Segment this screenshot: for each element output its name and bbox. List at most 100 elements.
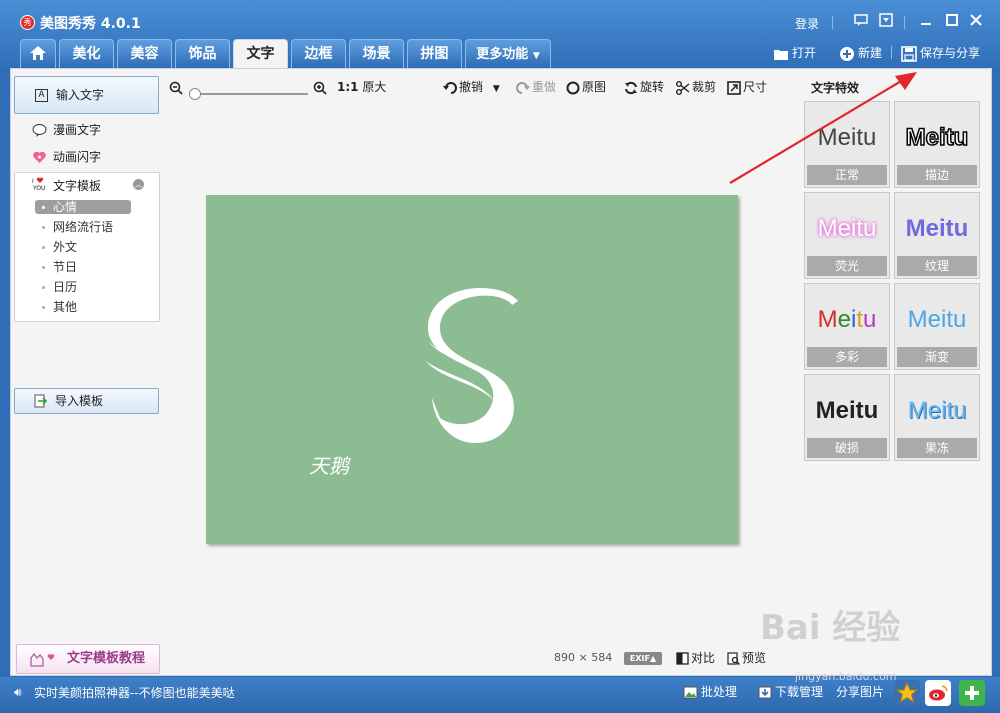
compare-button[interactable]: 对比: [676, 649, 715, 666]
canvas-toolbar: 1:1 原大 撤销 ▼ 重做 原图 旋转 裁剪 尺寸: [11, 77, 791, 100]
login-link[interactable]: 登录: [795, 15, 819, 32]
batch-icon: [683, 686, 698, 699]
plus-circle-icon: [840, 46, 854, 61]
save-label: 保存与分享: [920, 46, 981, 60]
template-item[interactable]: 其他: [35, 300, 131, 314]
effect-sample: Meitu: [815, 397, 879, 424]
original-image-button[interactable]: 原图: [566, 77, 606, 97]
image-height: 584: [591, 651, 613, 664]
add-plus-icon[interactable]: [959, 680, 985, 706]
preview-icon: [727, 652, 740, 665]
svg-text:YOU: YOU: [32, 185, 45, 191]
share-image-button[interactable]: 分享图片: [836, 683, 884, 700]
tab-scenes[interactable]: 场景: [349, 39, 404, 68]
new-label: 新建: [858, 46, 883, 60]
divider: [904, 16, 905, 29]
chevron-up-icon[interactable]: ︿: [133, 179, 144, 190]
maximize-icon[interactable]: [943, 13, 961, 31]
animated-text-link[interactable]: 动画闪字: [32, 148, 101, 166]
crop-button[interactable]: 裁剪: [676, 77, 716, 97]
menu-icon[interactable]: [877, 13, 895, 31]
effect-sample: Meitu: [905, 215, 969, 242]
exif-button[interactable]: EXIF▲: [624, 652, 662, 665]
import-template-label: 导入模板: [55, 394, 104, 408]
text-template-tutorial-button[interactable]: 文字模板教程: [16, 644, 160, 674]
comic-text-link[interactable]: 漫画文字: [32, 121, 101, 139]
template-header[interactable]: 文字模板: [53, 177, 101, 194]
image-width: 890: [554, 651, 575, 664]
signature-text: 天鹅: [309, 454, 349, 478]
tab-frames[interactable]: 边框: [291, 39, 346, 68]
title-bar: 秀 美图秀秀 4.0.1 登录 美化 美容 饰品 文字 边框 场景 拼图 更多功…: [0, 0, 1000, 70]
scissors-icon: [676, 80, 690, 95]
template-list: I YOU 文字模板 ︿ 心情 网络流行语 外文 节日 日历 其他: [14, 172, 160, 322]
zoom-slider[interactable]: [194, 93, 308, 95]
effect-texture[interactable]: Meitu 纹理: [894, 192, 980, 279]
download-icon: [758, 686, 772, 699]
import-template-button[interactable]: 导入模板: [14, 388, 159, 414]
effect-label: 渐变: [897, 347, 977, 367]
effect-jelly[interactable]: Meitu 果冻: [894, 374, 980, 461]
folder-icon: [774, 49, 788, 60]
original-size-label: 原大: [362, 80, 387, 94]
hand-heart-icon: [30, 652, 55, 667]
tab-text[interactable]: 文字: [233, 39, 288, 69]
effect-label: 荧光: [807, 256, 887, 276]
baidu-watermark: Bai 经验: [760, 608, 901, 648]
rotate-label: 旋转: [640, 80, 665, 94]
tab-beautify[interactable]: 美化: [59, 39, 114, 68]
swan-s-logo: [426, 288, 518, 443]
import-icon: [34, 394, 47, 408]
effect-label: 破损: [807, 438, 887, 458]
undo-icon: [443, 81, 457, 94]
one-to-one-label: 1:1: [337, 80, 359, 94]
template-item[interactable]: 节日: [35, 260, 131, 274]
times-sign: ×: [578, 651, 588, 664]
open-button[interactable]: 打开: [773, 43, 816, 63]
comic-text-label: 漫画文字: [53, 123, 102, 137]
batch-process-button[interactable]: 批处理: [683, 683, 737, 700]
tab-face[interactable]: 美容: [117, 39, 172, 68]
effect-glow[interactable]: Meitu 荧光: [804, 192, 890, 279]
redo-button[interactable]: 重做: [516, 77, 556, 97]
i-love-you-icon: IYOU: [32, 177, 45, 191]
close-icon[interactable]: [967, 13, 985, 31]
weibo-icon[interactable]: [925, 680, 951, 706]
speaker-icon: 🔊︎: [14, 685, 22, 699]
undo-button[interactable]: 撤销 ▼: [443, 77, 500, 99]
save-share-button[interactable]: 保存与分享: [901, 43, 980, 63]
image-canvas[interactable]: 天鹅: [206, 195, 738, 544]
original-image-label: 原图: [582, 80, 607, 94]
new-button[interactable]: 新建: [839, 43, 882, 63]
template-item[interactable]: 网络流行语: [35, 220, 131, 234]
zoom-out-icon[interactable]: [169, 77, 185, 97]
speech-bubble-icon: [32, 124, 47, 137]
zoom-slider-handle[interactable]: [189, 88, 201, 100]
template-item[interactable]: 日历: [35, 280, 131, 294]
divider: [891, 46, 892, 59]
minimize-icon[interactable]: [917, 13, 935, 31]
download-manager-button[interactable]: 下载管理: [758, 683, 823, 700]
undo-dropdown-icon[interactable]: ▼: [493, 84, 500, 94]
download-label: 下载管理: [775, 685, 824, 699]
undo-label: 撤销: [459, 80, 484, 94]
tutorial-label: 文字模板教程: [67, 651, 146, 666]
effect-multicolor[interactable]: Meitu 多彩: [804, 283, 890, 370]
tab-more[interactable]: 更多功能 ▼: [465, 39, 551, 68]
tab-collage[interactable]: 拼图: [407, 39, 462, 68]
divider: [832, 16, 833, 29]
zoom-in-icon[interactable]: [313, 77, 329, 97]
message-icon[interactable]: [852, 13, 870, 31]
rotate-button[interactable]: 旋转: [624, 77, 664, 97]
template-item[interactable]: 外文: [35, 240, 131, 254]
effect-damaged[interactable]: Meitu 破损: [804, 374, 890, 461]
status-message[interactable]: 实时美颜拍照神器--不修图也能美美哒: [34, 684, 235, 701]
star-icon[interactable]: [894, 680, 920, 706]
effect-sample: Meitu: [907, 306, 967, 333]
template-item[interactable]: 心情: [35, 200, 131, 214]
redo-label: 重做: [532, 80, 557, 94]
tab-home[interactable]: [20, 39, 56, 68]
tab-decorations[interactable]: 饰品: [175, 39, 230, 68]
original-size-button[interactable]: 1:1 原大: [337, 77, 386, 97]
effect-gradient[interactable]: Meitu 渐变: [894, 283, 980, 370]
